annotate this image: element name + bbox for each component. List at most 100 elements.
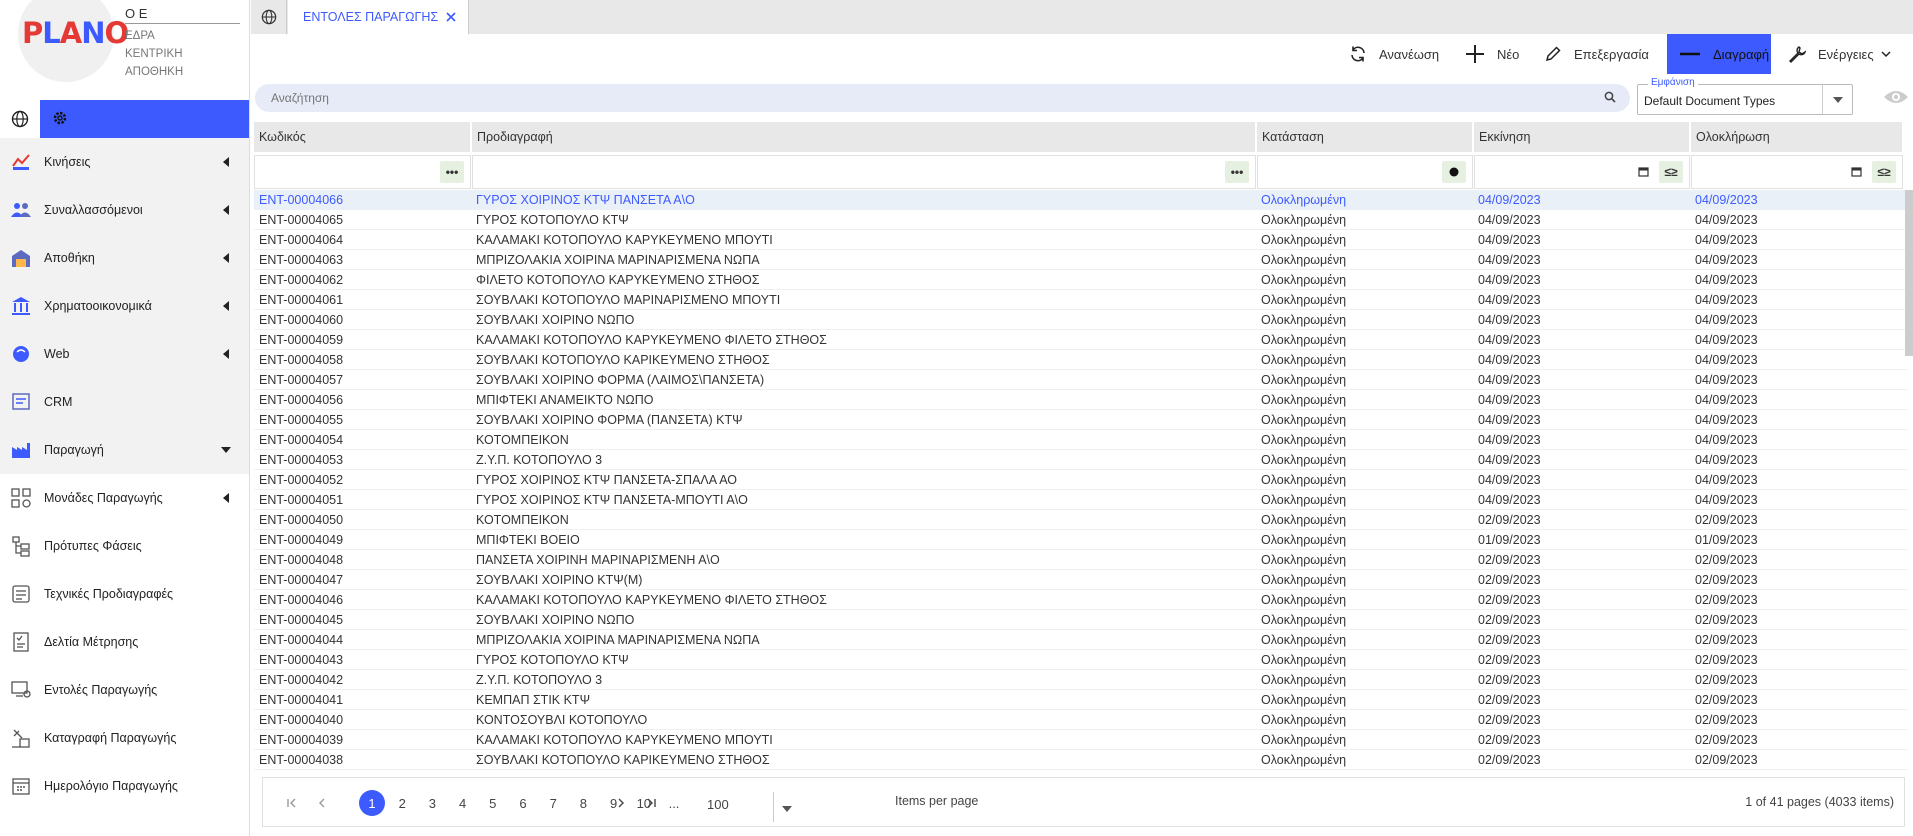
caret-left-icon[interactable] xyxy=(223,349,229,359)
caret-left-icon[interactable] xyxy=(223,253,229,263)
table-row[interactable]: ENT-00004047 ΣΟΥΒΛΑΚΙ ΧΟΙΡΙΝΟ ΚΤΨ(Μ) Ολοκλ… xyxy=(254,570,1908,590)
table-row[interactable]: ENT-00004042 Ζ.Υ.Π. ΚΟΤΟΠΟΥΛΟ 3 Ολοκληρωμέ… xyxy=(254,670,1908,690)
sidebar-item-4[interactable]: Web xyxy=(0,330,249,378)
table-row[interactable]: ENT-00004050 ΚΟΤΟΜΠΕΙΚΟΝ Ολοκληρωμένη 02/09… xyxy=(254,510,1908,530)
table-row[interactable]: ENT-00004044 ΜΠΡΙΖΟΛΑΚΙΑ ΧΟΙΡΙΝΑ ΜΑΡΙΝΑΡΙ… xyxy=(254,630,1908,650)
tab-production-orders[interactable]: ΕΝΤΟΛΕΣ ΠΑΡΑΓΩΓΗΣ xyxy=(288,0,470,34)
page-number[interactable]: 4 xyxy=(450,790,476,816)
sidebar-item-7[interactable]: Μονάδες Παραγωγής xyxy=(0,474,249,522)
table-row[interactable]: ENT-00004040 ΚΟΝΤΟΣΟΥΒΛΙ ΚΟΤΟΠΟΥΛΟ Ολοκληρ… xyxy=(254,710,1908,730)
table-row[interactable]: ENT-00004064 ΚΑΛΑΜΑΚΙ ΚΟΤΟΠΟΥΛΟ ΚΑΡΥΚΕΥΜΕ… xyxy=(254,230,1908,250)
page-number[interactable]: 2 xyxy=(389,790,415,816)
table-row[interactable]: ENT-00004046 ΚΑΛΑΜΑΚΙ ΚΟΤΟΠΟΥΛΟ ΚΑΡΥΚΕΥΜΕ… xyxy=(254,590,1908,610)
table-row[interactable]: ENT-00004038 ΣΟΥΒΛΑΚΙ ΚΟΤΟΠΟΥΛΟ ΚΑΡΙΚΕΥΜΕ… xyxy=(254,750,1908,770)
page-number[interactable]: 7 xyxy=(540,790,566,816)
gear-icon[interactable] xyxy=(52,110,68,129)
table-row[interactable]: ENT-00004055 ΣΟΥΒΛΑΚΙ ΧΟΙΡΙΝΟ ΦΟΡΜΑ (ΠΑΝΣ… xyxy=(254,410,1908,430)
calendar-icon[interactable] xyxy=(1851,165,1862,180)
table-row[interactable]: ENT-00004061 ΣΟΥΒΛΑΚΙ ΚΟΤΟΠΟΥΛΟ ΜΑΡΙΝΑΡΙΣ… xyxy=(254,290,1908,310)
table-row[interactable]: ENT-00004041 ΚΕΜΠΑΠ ΣΤΙΚ ΚΤΨ Ολοκληρωμένη 0… xyxy=(254,690,1908,710)
sidebar-item-8[interactable]: Πρότυπες Φάσεις xyxy=(0,522,249,570)
table-row[interactable]: ENT-00004060 ΣΟΥΒΛΑΚΙ ΧΟΙΡΙΝΟ ΝΩΠΟ Ολοκληρ… xyxy=(254,310,1908,330)
next-page-icon[interactable] xyxy=(608,790,634,816)
ellipsis-icon[interactable]: ••• xyxy=(1225,161,1249,183)
table-row[interactable]: ENT-00004043 ΓΥΡΟΣ ΚΟΤΟΠΟΥΛΟ ΚΤΨ Ολοκληρωμ… xyxy=(254,650,1908,670)
filter-code[interactable]: ••• xyxy=(254,155,471,189)
table-row[interactable]: ENT-00004063 ΜΠΡΙΖΟΛΑΚΙΑ ΧΟΙΡΙΝΑ ΜΑΡΙΝΑΡΙ… xyxy=(254,250,1908,270)
view-select[interactable]: Εμφάνιση Default Document Types xyxy=(1637,77,1853,115)
sidebar-item-1[interactable]: Συναλλασσόμενοι xyxy=(0,186,249,234)
caret-left-icon[interactable] xyxy=(223,157,229,167)
caret-left-icon[interactable] xyxy=(223,493,229,503)
page-number[interactable]: 6 xyxy=(510,790,536,816)
page-number[interactable]: 1 xyxy=(359,790,385,816)
first-page-icon[interactable] xyxy=(279,790,305,816)
sidebar-item-5[interactable]: CRM xyxy=(0,378,249,426)
filter-start[interactable]: ≤≥ xyxy=(1474,155,1690,189)
sidebar-item-3[interactable]: Χρηματοοικονομικά xyxy=(0,282,249,330)
filter-status[interactable] xyxy=(1257,155,1473,189)
column-header-status[interactable]: Κατάσταση xyxy=(1257,122,1473,152)
table-row[interactable]: ENT-00004065 ΓΥΡΟΣ ΚΟΤΟΠΟΥΛΟ ΚΤΨ Ολοκληρωμ… xyxy=(254,210,1908,230)
search-input[interactable] xyxy=(271,91,1604,105)
compare-icon[interactable]: ≤≥ xyxy=(1659,161,1683,183)
column-header-spec[interactable]: Προδιαγραφή xyxy=(472,122,1256,152)
status-dot-icon[interactable] xyxy=(1442,161,1466,183)
table-row[interactable]: ENT-00004066 ΓΥΡΟΣ ΧΟΙΡΙΝΟΣ ΚΤΨ ΠΑΝΣΕΤΑ Α… xyxy=(254,190,1908,210)
sidebar-item-2[interactable]: Αποθήκη xyxy=(0,234,249,282)
per-page-select[interactable]: 100 xyxy=(673,792,793,822)
caret-left-icon[interactable] xyxy=(223,301,229,311)
table-row[interactable]: ENT-00004059 ΚΑΛΑΜΑΚΙ ΚΟΤΟΠΟΥΛΟ ΚΑΡΥΚΕΥΜΕ… xyxy=(254,330,1908,350)
column-header-code[interactable]: Κωδικός xyxy=(254,122,471,152)
dropdown-arrow-icon[interactable] xyxy=(781,801,793,816)
table-row[interactable]: ENT-00004051 ΓΥΡΟΣ ΧΟΙΡΙΝΟΣ ΚΤΨ ΠΑΝΣΕΤΑ-Μ… xyxy=(254,490,1908,510)
table-row[interactable]: ENT-00004052 ΓΥΡΟΣ ΧΟΙΡΙΝΟΣ ΚΤΨ ΠΑΝΣΕΤΑ-Σ… xyxy=(254,470,1908,490)
table-row[interactable]: ENT-00004054 ΚΟΤΟΜΠΕΙΚΟΝ Ολοκληρωμένη 04/09… xyxy=(254,430,1908,450)
column-header-end[interactable]: Ολοκλήρωση xyxy=(1691,122,1903,152)
last-page-icon[interactable] xyxy=(638,790,664,816)
edit-button[interactable]: Επεξεργασία xyxy=(1544,34,1649,74)
table-row[interactable]: ENT-00004045 ΣΟΥΒΛΑΚΙ ΧΟΙΡΙΝΟ ΝΩΠΟ Ολοκληρ… xyxy=(254,610,1908,630)
filter-end[interactable]: ≤≥ xyxy=(1691,155,1903,189)
table-row[interactable]: ENT-00004056 ΜΠΙΦΤΕΚΙ ΑΝΑΜΕΙΚΤΟ ΝΩΠΟ Ολοκλ… xyxy=(254,390,1908,410)
sidebar-item-9[interactable]: Τεχνικές Προδιαγραφές xyxy=(0,570,249,618)
actions-button[interactable]: Ενέργειες xyxy=(1788,34,1892,74)
table-row[interactable]: ENT-00004048 ΠΑΝΣΕΤΑ ΧΟΙΡΙΝΗ ΜΑΡΙΝΑΡΙΣΜΕΝ… xyxy=(254,550,1908,570)
globe-icon[interactable] xyxy=(0,100,40,138)
table-cell: Ζ.Υ.Π. ΚΟΤΟΠΟΥΛΟ 3 xyxy=(476,673,603,687)
sidebar-item-10[interactable]: Δελτία Μέτρησης xyxy=(0,618,249,666)
table-row[interactable]: ENT-00004057 ΣΟΥΒΛΑΚΙ ΧΟΙΡΙΝΟ ΦΟΡΜΑ (ΛΑΙΜ… xyxy=(254,370,1908,390)
caret-down-icon[interactable] xyxy=(221,447,231,453)
new-button[interactable]: Νέο xyxy=(1465,34,1519,74)
table-row[interactable]: ENT-00004053 Ζ.Υ.Π. ΚΟΤΟΠΟΥΛΟ 3 Ολοκληρωμέ… xyxy=(254,450,1908,470)
page-number[interactable]: 3 xyxy=(419,790,445,816)
sidebar-item-11[interactable]: Εντολές Παραγωγής xyxy=(0,666,249,714)
page-number[interactable]: 8 xyxy=(570,790,596,816)
sidebar-item-13[interactable]: Ημερολόγιο Παραγωγής xyxy=(0,762,249,810)
dropdown-arrow-icon[interactable] xyxy=(1822,85,1852,114)
sidebar-item-6[interactable]: Παραγωγή xyxy=(0,426,249,474)
close-icon[interactable] xyxy=(446,10,456,25)
eye-icon[interactable] xyxy=(1883,88,1909,109)
sidebar-item-0[interactable]: Κινήσεις xyxy=(0,138,249,186)
delete-button[interactable]: Διαγραφή xyxy=(1667,34,1771,74)
prev-page-icon[interactable] xyxy=(309,790,335,816)
search-icon[interactable] xyxy=(1604,91,1616,106)
caret-left-icon[interactable] xyxy=(223,205,229,215)
refresh-button[interactable]: Ανανέωση xyxy=(1349,34,1439,74)
table-row[interactable]: ENT-00004058 ΣΟΥΒΛΑΚΙ ΚΟΤΟΠΟΥΛΟ ΚΑΡΙΚΕΥΜΕ… xyxy=(254,350,1908,370)
calendar-icon[interactable] xyxy=(1638,165,1649,180)
settings-bar[interactable] xyxy=(40,100,249,138)
table-row[interactable]: ENT-00004049 ΜΠΙΦΤΕΚΙ ΒΟΕΙΟ Ολοκληρωμένη 01… xyxy=(254,530,1908,550)
ellipsis-icon[interactable]: ••• xyxy=(440,161,464,183)
sidebar-item-12[interactable]: Καταγραφή Παραγωγής xyxy=(0,714,249,762)
column-header-start[interactable]: Εκκίνηση xyxy=(1474,122,1690,152)
people-icon xyxy=(10,199,32,221)
scrollbar[interactable] xyxy=(1905,190,1913,356)
table-row[interactable]: ENT-00004062 ΦΙΛΕΤΟ ΚΟΤΟΠΟΥΛΟ ΚΑΡΥΚΕΥΜΕΝΟ… xyxy=(254,270,1908,290)
table-row[interactable]: ENT-00004039 ΚΑΛΑΜΑΚΙ ΚΟΤΟΠΟΥΛΟ ΚΑΡΥΚΕΥΜΕ… xyxy=(254,730,1908,750)
compare-icon[interactable]: ≤≥ xyxy=(1872,161,1896,183)
globe-icon[interactable] xyxy=(251,0,287,34)
filter-spec[interactable]: ••• xyxy=(472,155,1256,189)
page-number[interactable]: 5 xyxy=(480,790,506,816)
